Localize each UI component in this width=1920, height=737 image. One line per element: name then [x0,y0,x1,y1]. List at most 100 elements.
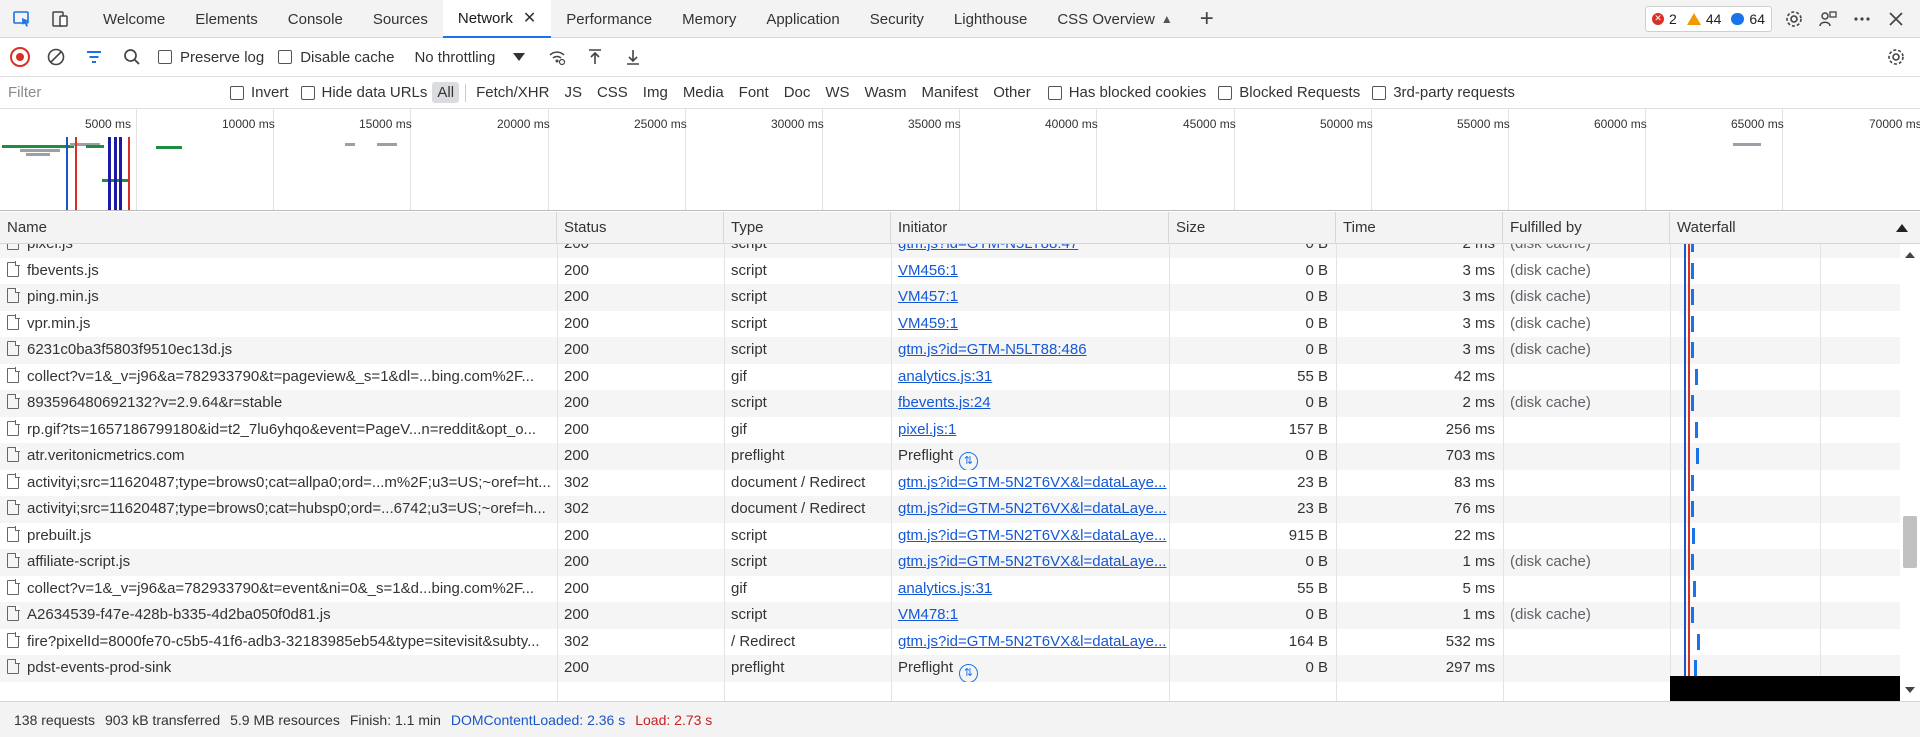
hide-data-urls-checkbox[interactable]: Hide data URLs [300,84,427,101]
table-row[interactable]: activityi;src=11620487;type=brows0;cat=a… [0,470,1900,497]
initiator-link[interactable]: gtm.js?id=GTM-5N2T6VX&l=dataLaye... [891,523,1169,550]
more-options-icon[interactable] [1850,7,1874,31]
initiator-link[interactable]: VM459:1 [891,311,1169,338]
initiator-link[interactable]: pixel.js:1 [891,417,1169,444]
request-name-cell[interactable]: rp.gif?ts=1657186799180&id=t2_7lu6yhqo&e… [0,417,557,444]
request-name-cell[interactable]: ping.min.js [0,284,557,311]
tab-css-overview[interactable]: CSS Overview ▲ [1042,0,1187,38]
request-name-cell[interactable]: A2634539-f47e-428b-b335-4d2ba050f0d81.js [0,602,557,629]
preflight-link-icon[interactable]: ⇅ [959,663,979,682]
issues-counter[interactable]: ✕ 2 44 64 [1645,5,1772,32]
type-filter-img[interactable]: Img [638,82,673,103]
request-name-cell[interactable]: affiliate-script.js [0,549,557,576]
table-row[interactable]: affiliate-script.js 200 script gtm.js?id=GT… [0,549,1900,576]
table-row[interactable]: 893596480692132?v=2.9.64&r=stable 200 scri… [0,390,1900,417]
scrollbar-thumb[interactable] [1903,516,1917,568]
third-party-requests-box[interactable] [1372,85,1387,100]
table-row[interactable]: collect?v=1&_v=j96&a=782933790&t=pagevie… [0,364,1900,391]
table-row[interactable]: pixel.js200scriptgtm.js?id=GTM-N5LT88:47… [0,244,1900,258]
initiator-link[interactable]: gtm.js?id=GTM-5N2T6VX&l=dataLaye... [891,629,1169,656]
scroll-down-icon[interactable] [1905,687,1915,693]
initiator-link[interactable]: gtm.js?id=GTM-5N2T6VX&l=dataLaye... [891,549,1169,576]
preflight-link-icon[interactable]: ⇅ [959,451,979,470]
invert-box[interactable] [230,85,244,100]
column-header-waterfall[interactable]: Waterfall [1670,212,1920,244]
column-header-type[interactable]: Type [724,212,891,244]
type-filter-doc[interactable]: Doc [779,82,816,103]
table-row[interactable]: A2634539-f47e-428b-b335-4d2ba050f0d81.js… [0,602,1900,629]
tab-sources[interactable]: Sources [358,0,443,38]
initiator-link[interactable]: gtm.js?id=GTM-N5LT88:486 [891,337,1169,364]
column-header-size[interactable]: Size [1169,212,1336,244]
request-name-cell[interactable]: vpr.min.js [0,311,557,338]
filter-input[interactable]: Filter [6,81,218,105]
table-row[interactable]: ping.min.js 200 script VM457:1 0 B 3 ms (disk … [0,284,1900,311]
tab-welcome[interactable]: Welcome [88,0,180,38]
table-scrollbar[interactable] [1900,244,1920,701]
request-name-cell[interactable]: collect?v=1&_v=j96&a=782933790&t=pagevie… [0,364,557,391]
type-filter-all[interactable]: All [432,82,460,103]
request-name-cell[interactable]: fire?pixelId=8000fe70-c5b5-41f6-adb3-321… [0,629,557,656]
type-filter-other[interactable]: Other [988,82,1036,103]
preserve-log-box[interactable] [158,50,172,64]
tab-network[interactable]: Network ✕ [442,0,552,38]
import-har-icon[interactable] [583,45,607,69]
settings-gear-icon[interactable] [1782,7,1806,31]
tab-memory[interactable]: Memory [667,0,751,38]
table-row[interactable]: prebuilt.js 200 script gtm.js?id=GTM-5N2T6V… [0,523,1900,550]
tab-application[interactable]: Application [751,0,854,38]
table-row[interactable]: pdst-events-prod-sink 200 preflight Preflig… [0,655,1900,682]
scroll-up-icon[interactable] [1905,252,1915,258]
inspect-element-icon[interactable] [10,7,34,31]
type-filter-fetch-xhr[interactable]: Fetch/XHR [471,82,554,103]
network-settings-gear-icon[interactable] [1884,45,1908,69]
initiator-link[interactable]: analytics.js:31 [891,364,1169,391]
export-har-icon[interactable] [621,45,645,69]
device-emulation-icon[interactable] [48,7,72,31]
has-blocked-cookies-checkbox[interactable]: Has blocked cookies [1047,84,1206,101]
request-name-cell[interactable]: pdst-events-prod-sink [0,655,557,682]
disable-cache-checkbox[interactable]: Disable cache [278,49,394,66]
record-stop-icon[interactable] [10,47,30,67]
clear-icon[interactable] [44,45,68,69]
tab-lighthouse[interactable]: Lighthouse [939,0,1042,38]
initiator-link[interactable]: VM456:1 [891,258,1169,285]
type-filter-ws[interactable]: WS [820,82,854,103]
type-filter-css[interactable]: CSS [592,82,633,103]
tab-elements[interactable]: Elements [180,0,273,38]
initiator-link[interactable]: gtm.js?id=GTM-5N2T6VX&l=dataLaye... [891,496,1169,523]
request-name-cell[interactable]: atr.veritonicmetrics.com [0,443,557,470]
has-blocked-cookies-box[interactable] [1047,85,1062,100]
type-filter-media[interactable]: Media [678,82,729,103]
disable-cache-box[interactable] [278,50,293,64]
column-header-time[interactable]: Time [1336,212,1503,244]
preserve-log-checkbox[interactable]: Preserve log [158,49,264,66]
blocked-requests-checkbox[interactable]: Blocked Requests [1218,84,1360,101]
type-filter-font[interactable]: Font [734,82,774,103]
filter-icon[interactable] [82,45,106,69]
request-name-cell[interactable]: prebuilt.js [0,523,557,550]
initiator-link[interactable]: VM457:1 [891,284,1169,311]
column-header-initiator[interactable]: Initiator [891,212,1169,244]
initiator-link[interactable]: analytics.js:31 [891,576,1169,603]
request-name-cell[interactable]: activityi;src=11620487;type=brows0;cat=h… [0,496,557,523]
close-tab-icon[interactable]: ✕ [523,8,536,28]
type-filter-manifest[interactable]: Manifest [917,82,984,103]
type-filter-js[interactable]: JS [559,82,587,103]
third-party-requests-checkbox[interactable]: 3rd-party requests [1372,84,1515,101]
initiator-link[interactable]: VM478:1 [891,602,1169,629]
request-name-cell[interactable]: fbevents.js [0,258,557,285]
table-row[interactable]: vpr.min.js 200 script VM459:1 0 B 3 ms (disk c… [0,311,1900,338]
tab-console[interactable]: Console [273,0,358,38]
table-row[interactable]: rp.gif?ts=1657186799180&id=t2_7lu6yhqo&e… [0,417,1900,444]
request-name-cell[interactable]: collect?v=1&_v=j96&a=782933790&t=event&n… [0,576,557,603]
type-filter-wasm[interactable]: Wasm [860,82,912,103]
column-header-name[interactable]: Name [0,212,557,244]
feedback-icon[interactable] [1816,7,1840,31]
tab-performance[interactable]: Performance [551,0,667,38]
initiator-link[interactable]: gtm.js?id=GTM-5N2T6VX&l=dataLaye... [891,470,1169,497]
column-header-status[interactable]: Status [557,212,724,244]
search-icon[interactable] [120,45,144,69]
network-overview-timeline[interactable]: 5000 ms 10000 ms 15000 ms 20000 ms 25000 ms 3… [0,109,1920,211]
close-devtools-icon[interactable] [1884,7,1908,31]
